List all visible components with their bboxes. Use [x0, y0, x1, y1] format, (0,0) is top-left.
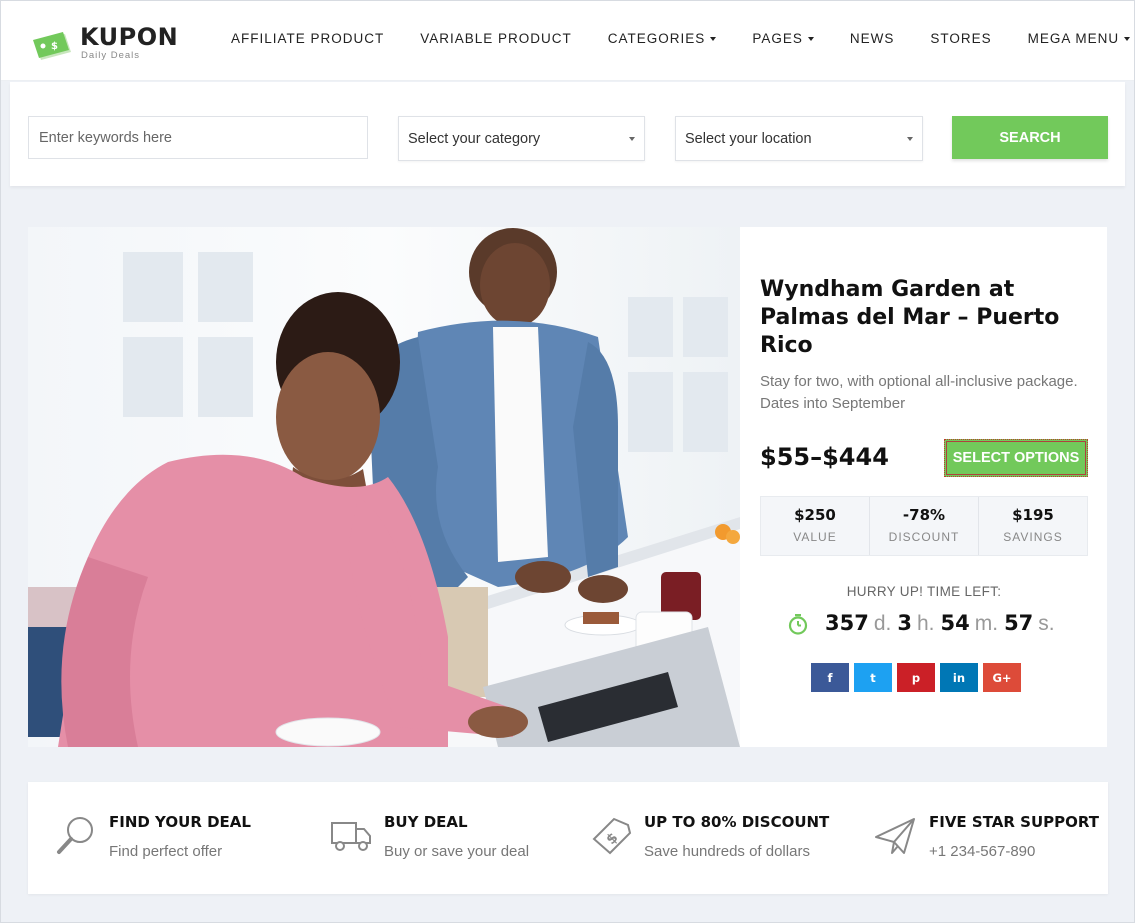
chevron-down-icon — [629, 137, 635, 141]
search-bar: Select your category Select your locatio… — [10, 82, 1125, 186]
stat-savings: $195 SAVINGS — [979, 497, 1087, 555]
deal-stats: $250 VALUE -78% DISCOUNT $195 SAVINGS — [760, 496, 1088, 556]
countdown-minutes-unit: m. — [974, 612, 999, 635]
deal-image[interactable] — [28, 227, 740, 747]
stat-discount: -78% DISCOUNT — [870, 497, 979, 555]
countdown-seconds-unit: s. — [1038, 612, 1055, 635]
countdown-hours: 3 — [897, 611, 912, 635]
nav-item-label: VARIABLE PRODUCT — [420, 31, 572, 46]
stat-label: VALUE — [793, 530, 837, 544]
stat-number: $195 — [1012, 506, 1054, 524]
main-nav: AFFILIATE PRODUCT VARIABLE PRODUCT CATEGOR… — [213, 31, 1135, 46]
countdown-seconds: 57 — [1004, 611, 1034, 635]
keyword-input[interactable] — [28, 116, 368, 159]
feature-subtitle: Save hundreds of dollars — [644, 843, 810, 860]
feature-title: FIVE STAR SUPPORT — [929, 813, 1099, 831]
deal-photo — [28, 227, 740, 747]
nav-item-mega-menu[interactable]: MEGA MENU — [1028, 31, 1131, 46]
coupon-tag-icon: $ — [33, 32, 71, 60]
feature-title: FIND YOUR DEAL — [109, 813, 251, 831]
deal-price: $55–$444 — [760, 443, 889, 471]
pinterest-icon[interactable]: p — [897, 663, 935, 692]
hurry-label: HURRY UP! TIME LEFT: — [846, 584, 1002, 599]
stat-label: SAVINGS — [1003, 530, 1063, 544]
feature-title: BUY DEAL — [384, 813, 468, 831]
delivery-truck-icon — [331, 822, 371, 851]
countdown-days-unit: d. — [873, 612, 892, 635]
feature-subtitle: Buy or save your deal — [384, 843, 530, 860]
stopwatch-icon — [788, 613, 808, 635]
feature-subtitle: +1 234-567-890 — [929, 843, 1036, 860]
svg-text:$: $ — [51, 41, 58, 52]
countdown-days: 357 — [825, 611, 869, 635]
select-options-button[interactable]: SELECT OPTIONS — [944, 439, 1088, 477]
location-select[interactable]: Select your location — [675, 116, 923, 161]
nav-item-news[interactable]: NEWS — [850, 31, 895, 46]
features-bar: FIND YOUR DEAL Find perfect offer BUY DE… — [28, 782, 1108, 894]
countdown-hours-unit: h. — [916, 612, 935, 635]
site-header: $ KUPON Daily Deals AFFILIATE PRODUCT VAR… — [1, 1, 1134, 81]
nav-item-label: STORES — [930, 31, 992, 46]
deal-description: Stay for two, with optional all-inclusiv… — [760, 373, 1078, 412]
caret-down-icon — [1124, 36, 1131, 41]
chevron-down-icon — [907, 137, 913, 141]
stat-value: $250 VALUE — [761, 497, 870, 555]
brand-name: KUPON — [80, 23, 179, 51]
nav-item-label: NEWS — [849, 31, 895, 46]
stat-label: DISCOUNT — [888, 530, 960, 544]
caret-down-icon — [710, 36, 717, 41]
deal-panel: Wyndham Garden at Palmas del Mar – Puert… — [740, 227, 1107, 747]
stat-number: -78% — [902, 506, 946, 524]
linkedin-icon[interactable]: in — [940, 663, 978, 692]
magnifier-icon — [57, 817, 93, 854]
feature-subtitle: Find perfect offer — [109, 843, 223, 860]
nav-item-label: MEGA MENU — [1027, 31, 1120, 46]
feature-title: UP TO 80% DISCOUNT — [644, 813, 830, 831]
nav-item-pages[interactable]: PAGES — [752, 31, 814, 46]
nav-item-label: PAGES — [752, 31, 803, 46]
nav-item-variable-product[interactable]: VARIABLE PRODUCT — [420, 31, 572, 46]
brand-tagline: Daily Deals — [81, 50, 141, 61]
google-plus-icon[interactable]: G+ — [983, 663, 1021, 692]
dollar-tag-icon: $ — [592, 817, 632, 855]
nav-item-stores[interactable]: STORES — [930, 31, 991, 46]
deal-title[interactable]: Wyndham Garden at Palmas del Mar – Puert… — [760, 276, 1090, 360]
logo[interactable]: $ KUPON Daily Deals — [31, 23, 181, 63]
search-button[interactable]: SEARCH — [952, 116, 1108, 159]
countdown-minutes: 54 — [940, 611, 970, 635]
category-select-value: Select your category — [408, 130, 541, 147]
location-select-value: Select your location — [685, 130, 812, 147]
stat-number: $250 — [794, 506, 836, 524]
countdown-timer: 357 d. 3 h. 54 m. 57 s. — [787, 611, 1061, 636]
twitter-icon[interactable]: t — [854, 663, 892, 692]
facebook-icon[interactable]: f — [811, 663, 849, 692]
nav-item-affiliate-product[interactable]: AFFILIATE PRODUCT — [231, 31, 384, 46]
category-select[interactable]: Select your category — [398, 116, 645, 161]
caret-down-icon — [807, 36, 814, 41]
paper-plane-icon — [875, 818, 915, 854]
nav-item-label: CATEGORIES — [607, 31, 706, 46]
social-share: f t p in G+ — [811, 663, 1026, 692]
nav-item-categories[interactable]: CATEGORIES — [608, 31, 717, 46]
nav-item-label: AFFILIATE PRODUCT — [231, 31, 385, 46]
